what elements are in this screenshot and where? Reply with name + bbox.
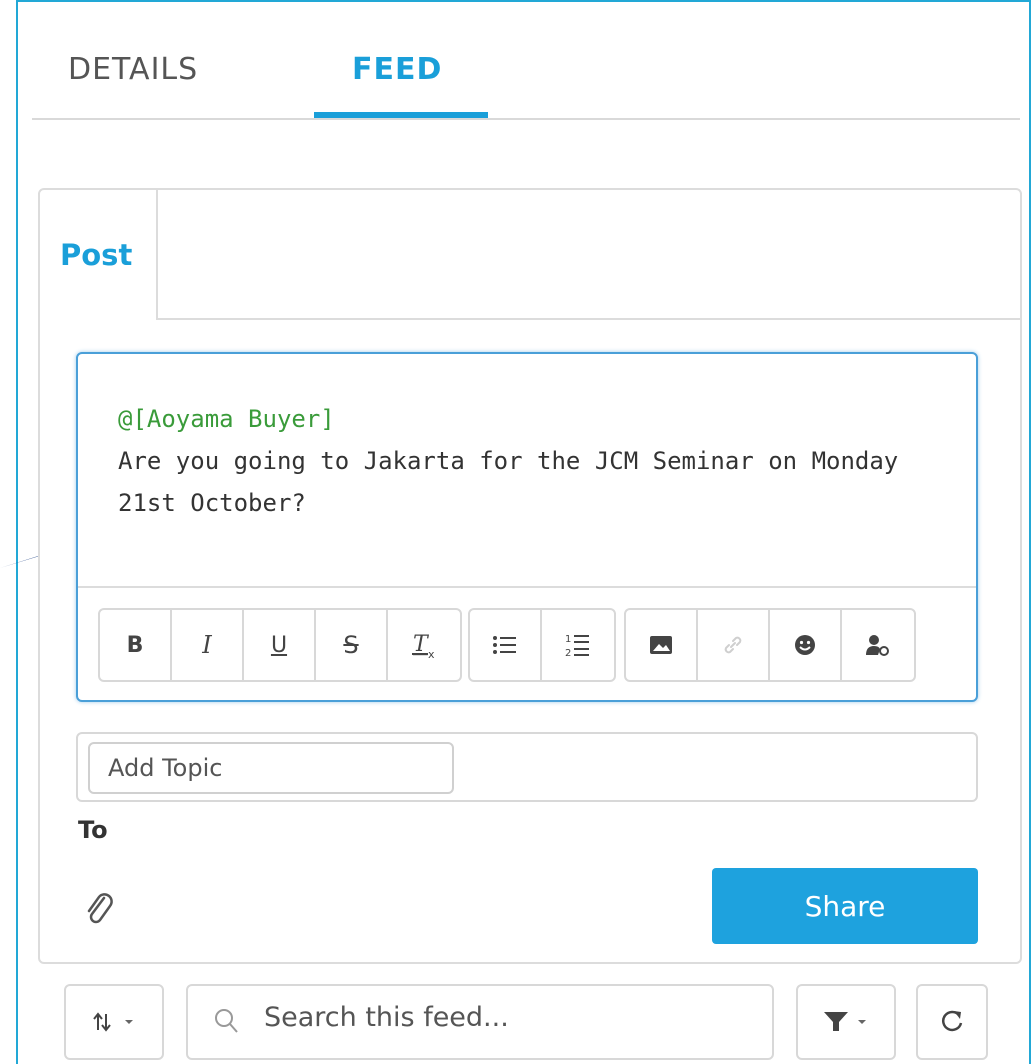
mention-user-icon	[866, 635, 889, 656]
bulleted-list-icon	[493, 636, 516, 654]
add-topic-input[interactable]: Add Topic	[88, 742, 454, 794]
post-tab-container: Post	[40, 190, 158, 320]
link-button[interactable]	[698, 610, 770, 680]
image-icon	[650, 636, 672, 654]
svg-text:1: 1	[565, 634, 571, 645]
strikethrough-icon: S	[343, 631, 359, 659]
filter-icon	[824, 1012, 848, 1031]
numbered-list-icon: 1 2	[565, 634, 589, 658]
svg-text:2: 2	[565, 648, 571, 658]
emoji-button[interactable]	[770, 610, 842, 680]
tab-bar: DETAILS FEED	[32, 0, 1020, 120]
feed-search-box[interactable]: Search this feed...	[186, 984, 774, 1060]
bold-icon: B	[126, 632, 144, 658]
bulleted-list-button[interactable]	[470, 610, 542, 680]
svg-text:x: x	[428, 648, 435, 659]
tab-feed[interactable]: FEED	[352, 52, 442, 87]
underline-icon: U	[270, 632, 288, 658]
chevron-down-icon	[125, 1020, 133, 1024]
refresh-icon	[941, 1010, 963, 1032]
topic-container: Add Topic	[76, 732, 978, 802]
publisher-card: Post @[Aoyama Buyer] Are you going to Ja…	[38, 188, 1022, 964]
post-editor[interactable]: @[Aoyama Buyer] Are you going to Jakarta…	[76, 352, 978, 702]
image-button[interactable]	[626, 610, 698, 680]
link-icon	[724, 636, 742, 654]
chevron-down-icon	[858, 1020, 866, 1024]
clear-format-icon: T x	[412, 632, 435, 659]
post-message: Are you going to Jakarta for the JCM Sem…	[118, 447, 899, 517]
sort-button[interactable]	[64, 984, 164, 1060]
emoji-icon	[795, 635, 815, 655]
filter-button[interactable]	[796, 984, 896, 1060]
italic-button[interactable]: I	[172, 610, 244, 680]
editor-separator	[78, 586, 976, 588]
list-group: 1 2	[468, 608, 616, 682]
share-button[interactable]: Share	[712, 868, 978, 944]
numbered-list-button[interactable]: 1 2	[542, 610, 614, 680]
mention-tag: @[Aoyama Buyer]	[118, 405, 335, 433]
strikethrough-button[interactable]: S	[316, 610, 388, 680]
clear-format-button[interactable]: T x	[388, 610, 460, 680]
underline-button[interactable]: U	[244, 610, 316, 680]
paperclip-icon[interactable]	[84, 890, 114, 926]
format-group: B I U S T x	[98, 608, 462, 682]
bold-button[interactable]: B	[100, 610, 172, 680]
tab-details[interactable]: DETAILS	[68, 52, 198, 87]
sort-icon	[93, 1012, 111, 1032]
editor-content[interactable]: @[Aoyama Buyer] Are you going to Jakarta…	[118, 398, 918, 524]
active-tab-indicator	[314, 112, 488, 118]
search-input[interactable]: Search this feed...	[264, 1002, 509, 1033]
divider	[158, 318, 1022, 320]
italic-icon: I	[202, 631, 212, 659]
refresh-button[interactable]	[916, 984, 988, 1060]
to-label: To	[78, 816, 108, 844]
tab-post[interactable]: Post	[60, 238, 132, 272]
search-icon	[215, 1009, 238, 1033]
mention-user-button[interactable]	[842, 610, 914, 680]
insert-group	[624, 608, 916, 682]
